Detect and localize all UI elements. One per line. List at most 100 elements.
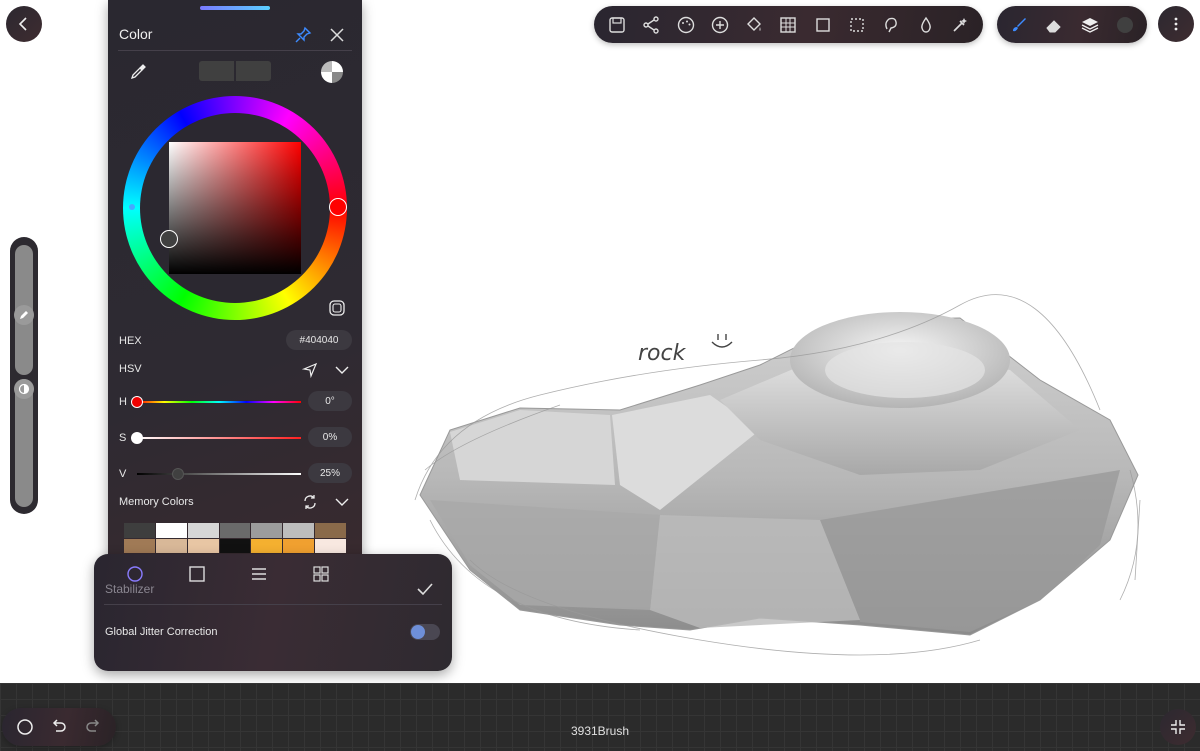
eraser-button[interactable] <box>1037 8 1071 42</box>
hue-ring-marker <box>129 204 135 210</box>
memory-refresh-button[interactable] <box>300 492 320 512</box>
memory-color-swatch[interactable] <box>315 538 346 553</box>
s-value[interactable]: 0% <box>308 427 352 447</box>
save-button[interactable] <box>600 8 634 42</box>
jitter-toggle[interactable] <box>410 624 440 640</box>
canvas-annotation: rock <box>638 341 687 366</box>
memory-color-grid <box>124 523 346 553</box>
memory-color-swatch[interactable] <box>315 523 346 538</box>
v-value[interactable]: 25% <box>308 463 352 483</box>
size-handle[interactable] <box>14 305 34 325</box>
memory-color-swatch[interactable] <box>155 538 187 553</box>
h-value[interactable]: 0° <box>308 391 352 411</box>
eyedropper-icon <box>130 64 146 80</box>
previous-color-swatch[interactable] <box>199 61 234 81</box>
current-color-swatch <box>1117 16 1134 33</box>
hex-input[interactable]: #404040 <box>286 330 352 350</box>
tab-color-sliders[interactable] <box>245 560 273 588</box>
chevron-left-icon <box>18 17 27 31</box>
paint-bucket-icon <box>747 16 762 31</box>
pin-button[interactable] <box>292 24 314 46</box>
memory-color-swatch[interactable] <box>187 523 219 538</box>
adjust-button[interactable] <box>943 8 977 42</box>
hue-ring-handle[interactable] <box>329 198 347 216</box>
menu-icon <box>252 568 266 580</box>
memory-color-swatch[interactable] <box>219 523 251 538</box>
selection-button[interactable] <box>840 8 874 42</box>
expand-wheel-button[interactable] <box>327 298 347 318</box>
more-button[interactable] <box>1158 6 1194 42</box>
brush-toolbar <box>997 6 1147 43</box>
memory-dropdown-button[interactable] <box>332 492 352 512</box>
panel-drag-handle[interactable] <box>200 6 270 10</box>
memory-color-swatch[interactable] <box>155 523 187 538</box>
circle-icon <box>127 566 143 582</box>
grid-icon <box>780 16 797 33</box>
fullscreen-button[interactable] <box>1160 709 1196 745</box>
send-icon <box>302 362 318 378</box>
brush-name-label: 3931Brush <box>570 724 630 738</box>
lasso-button[interactable] <box>874 8 908 42</box>
memory-color-swatch[interactable] <box>283 538 315 553</box>
check-icon <box>417 583 433 596</box>
saturation-value-square[interactable] <box>169 142 301 274</box>
tab-color-square[interactable] <box>183 560 211 588</box>
bottom-bar <box>0 683 1200 751</box>
confirm-button[interactable] <box>414 578 436 600</box>
layers-button[interactable] <box>1073 8 1107 42</box>
blur-button[interactable] <box>909 8 943 42</box>
s-label: S <box>119 432 127 444</box>
v-slider[interactable] <box>137 473 301 475</box>
s-slider[interactable] <box>137 437 301 439</box>
current-color-swatch-large[interactable] <box>236 61 271 81</box>
memory-color-swatch[interactable] <box>187 538 219 553</box>
eraser-icon <box>1046 19 1061 32</box>
square-icon <box>189 566 205 582</box>
jitter-label: Global Jitter Correction <box>105 626 218 638</box>
memory-colors-label: Memory Colors <box>119 496 194 508</box>
back-button[interactable] <box>6 6 42 42</box>
memory-color-swatch[interactable] <box>219 538 251 553</box>
mode-dropdown-button[interactable] <box>332 360 352 380</box>
brush-icon <box>1012 17 1026 31</box>
refresh-icon <box>304 495 316 509</box>
grid-button[interactable] <box>771 8 805 42</box>
chevron-down-icon <box>335 366 349 374</box>
eyedropper-button[interactable] <box>126 60 150 84</box>
h-slider-knob[interactable] <box>131 396 143 408</box>
palette-icon <box>677 16 694 33</box>
hex-label: HEX <box>119 335 142 347</box>
palette-button[interactable] <box>669 8 703 42</box>
memory-color-swatch[interactable] <box>251 538 283 553</box>
add-button[interactable] <box>703 8 737 42</box>
close-icon <box>330 28 344 42</box>
h-slider[interactable] <box>137 401 301 403</box>
color-panel: Color HEX #404040 HSV H 0° S 0% V 25% Me… <box>108 0 362 596</box>
v-slider-knob[interactable] <box>172 468 184 480</box>
s-slider-knob[interactable] <box>131 432 143 444</box>
sv-picker-handle[interactable] <box>160 230 178 248</box>
opacity-handle[interactable] <box>14 379 34 399</box>
brush-button[interactable] <box>1002 8 1036 42</box>
current-color-button[interactable] <box>1108 8 1142 42</box>
h-label: H <box>119 396 127 408</box>
plus-circle-icon <box>711 16 729 33</box>
v-label: V <box>119 468 127 480</box>
close-button[interactable] <box>326 24 348 46</box>
fill-button[interactable] <box>737 8 771 42</box>
memory-color-swatch[interactable] <box>251 523 283 538</box>
brush-size-opacity-slider[interactable] <box>10 237 38 514</box>
tab-color-palette[interactable] <box>307 560 335 588</box>
memory-color-swatch[interactable] <box>124 538 155 553</box>
color-mode-toggle[interactable] <box>321 61 343 83</box>
opacity-icon <box>18 383 30 395</box>
memory-color-swatch[interactable] <box>124 523 155 538</box>
transform-button[interactable] <box>806 8 840 42</box>
top-toolbar <box>594 6 983 43</box>
collapse-icon <box>1171 720 1185 734</box>
share-button[interactable] <box>634 8 668 42</box>
memory-color-swatch[interactable] <box>283 523 315 538</box>
color-compare-swatches[interactable] <box>199 61 271 81</box>
send-button[interactable] <box>300 360 320 380</box>
lasso-icon <box>885 17 898 32</box>
